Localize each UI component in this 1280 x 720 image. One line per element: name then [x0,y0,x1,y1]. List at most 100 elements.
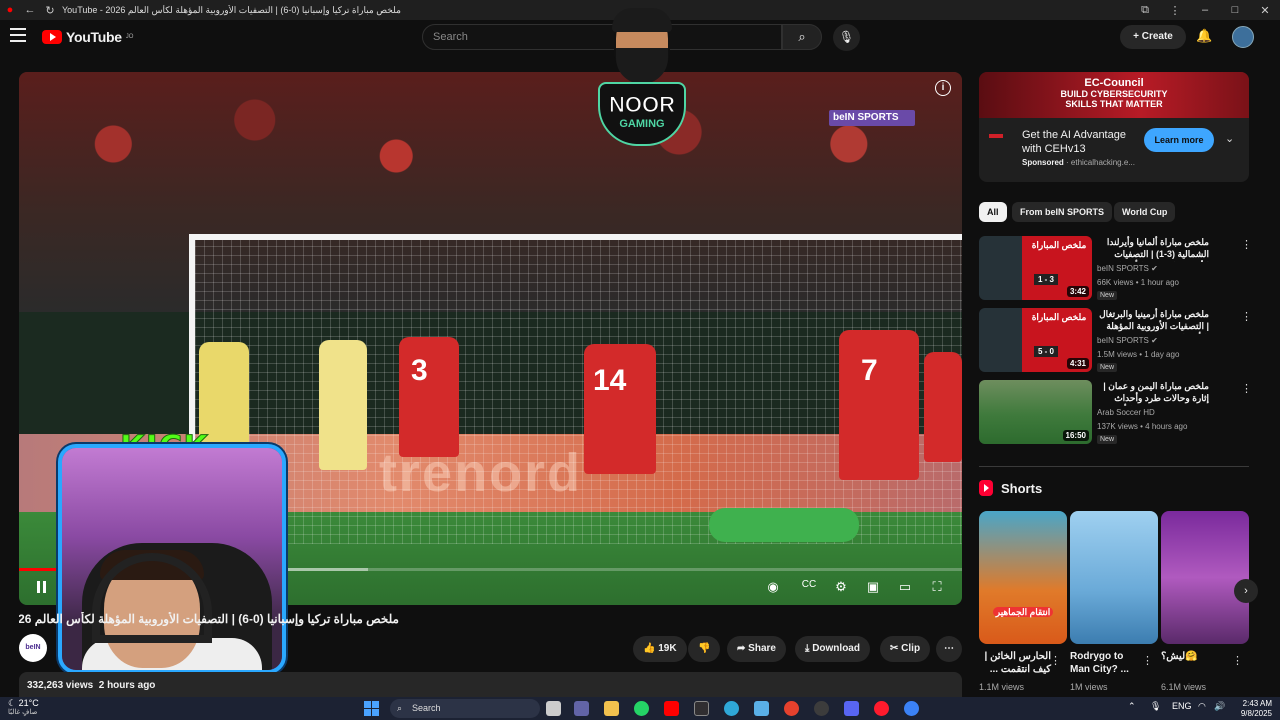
related-video[interactable]: ملخص المباراة 1 - 3 3:42 ملخص مباراة ألم… [979,236,1267,302]
new-badge: New [1097,363,1118,372]
chip-all[interactable]: All [979,202,1007,222]
short-title[interactable]: الحارس الخائن | كيف انتقمت ... [979,650,1051,676]
notifications-bell-icon[interactable]: 🔔 [1196,28,1212,44]
short-views: 6.1M views [1161,682,1207,692]
opera-icon[interactable] [874,701,889,716]
tray-chevron-up-icon[interactable]: ⌃ [1128,701,1136,712]
browser-icon[interactable] [904,701,919,716]
dislike-button[interactable]: 👎 [688,636,721,662]
channel-avatar[interactable]: beIN [19,634,47,662]
microphone-icon: 🎙 [838,30,855,44]
windows-start-icon[interactable] [364,701,379,716]
verified-icon: ✔ [1151,264,1158,273]
more-options-icon[interactable]: ⋮ [1050,654,1061,667]
more-options-icon[interactable]: ⋮ [1142,654,1153,667]
video-thumbnail[interactable]: ملخص المباراة 5 - 0 4:31 [979,308,1092,372]
whatsapp-icon[interactable] [634,701,649,716]
video-thumbnail[interactable]: ملخص المباراة 1 - 3 3:42 [979,236,1092,300]
related-channel[interactable]: beIN SPORTS ✔ [1097,336,1158,345]
ad-tagline-1: BUILD CYBERSECURITY [1060,89,1168,99]
wifi-icon[interactable]: ◠ [1198,701,1206,712]
account-avatar[interactable] [1232,26,1254,48]
more-options-icon[interactable]: ⋮ [1241,238,1252,251]
like-button[interactable]: 👍 19K [633,636,687,662]
related-video[interactable]: ملخص المباراة 5 - 0 4:31 ملخص مباراة أرم… [979,308,1267,374]
shorts-heading-text: Shorts [1001,480,1043,496]
search-button[interactable]: ⌕ [782,24,822,50]
related-views: 137K views [1097,422,1138,431]
ad-banner[interactable]: EC-Council BUILD CYBERSECURITY SKILLS TH… [979,72,1249,118]
related-video[interactable]: 16:50 ملخص مباراة اليمن و عمان | إثارة و… [979,380,1267,446]
ad-headline[interactable]: Get the AI Advantage with CEHv13 [1022,128,1142,156]
chevron-down-icon[interactable]: ⌄ [1225,132,1234,145]
download-button[interactable]: ⤓ Download [795,636,870,662]
miniplayer-icon[interactable]: ▣ [861,579,885,595]
video-thumbnail[interactable]: 16:50 [979,380,1092,444]
edge-icon[interactable] [724,701,739,716]
teams-icon[interactable] [574,701,589,716]
taskbar-search[interactable]: ⌕ Search [390,699,540,718]
obs-icon[interactable] [694,701,709,716]
clock-date: 9/8/2025 [1240,709,1272,718]
back-arrow-icon[interactable]: ← [20,4,40,16]
short-title[interactable]: ليش؟🤗 [1161,650,1233,663]
language-indicator[interactable]: ENG [1172,701,1192,711]
channel-name: beIN SPORTS [1097,336,1149,345]
sponsored-ad-card[interactable]: EC-Council BUILD CYBERSECURITY SKILLS TH… [979,72,1249,182]
maximize-icon[interactable]: □ [1220,4,1250,17]
hamburger-menu-icon[interactable] [10,28,26,42]
discord-icon[interactable] [844,701,859,716]
voice-search-button[interactable]: 🎙 [833,24,860,51]
clock-time: 2:43 AM [1242,699,1272,708]
autoplay-toggle-icon[interactable]: ◉ [761,579,785,595]
short-thumbnail[interactable] [1161,511,1249,644]
volume-icon[interactable]: 🔊 [1214,701,1225,712]
more-options-icon[interactable]: ⋮ [1232,654,1243,667]
clip-button[interactable]: ✂ Clip [880,636,931,662]
video-duration: 16:50 [1062,430,1089,441]
tray-mic-icon[interactable]: 🎙 [1150,701,1161,712]
media-player-icon[interactable] [814,701,829,716]
youtube-play-icon [42,30,62,44]
system-clock[interactable]: 2:43 AM 9/8/2025 [1234,699,1272,719]
thumb-score: 5 - 0 [1034,346,1059,357]
close-icon[interactable]: ✕ [1250,4,1280,17]
info-icon[interactable]: i [935,80,951,96]
related-channel[interactable]: Arab Soccer HD [1097,408,1155,417]
chip-world-cup[interactable]: World Cup [1114,202,1176,222]
file-explorer-icon[interactable] [604,701,619,716]
chrome-icon[interactable] [784,701,799,716]
turkey-player-7 [839,330,919,480]
more-actions-button[interactable]: ⋯ [936,636,962,662]
task-view-icon[interactable] [546,701,561,716]
pause-button[interactable] [37,580,49,594]
youtube-app-icon[interactable] [664,701,679,716]
create-button[interactable]: + Create [1120,25,1186,49]
weather-widget[interactable]: ☾ 21°C صافٍ غالبًا [8,699,39,717]
streamer-logo-hair [612,8,672,32]
captions-icon[interactable]: CC [797,579,821,590]
youtube-logo[interactable]: YouTube JO [42,29,133,45]
short-thumbnail[interactable]: انتقام الجماهير [979,511,1067,644]
short-thumbnail[interactable] [1070,511,1158,644]
theater-mode-icon[interactable]: ▭ [893,579,917,595]
store-icon[interactable] [754,701,769,716]
more-options-icon[interactable]: ⋮ [1241,382,1252,395]
minimize-icon[interactable]: – [1190,4,1220,17]
chip-from-bein[interactable]: From beIN SPORTS [1012,202,1113,222]
reload-icon[interactable]: ↻ [40,4,60,17]
related-channel[interactable]: beIN SPORTS ✔ [1097,264,1158,273]
share-button[interactable]: ➦ Share [727,636,786,662]
fullscreen-icon[interactable]: ⛶ [925,579,949,595]
shorts-next-arrow-icon[interactable]: › [1234,579,1258,603]
learn-more-button[interactable]: Learn more [1144,128,1214,152]
related-title[interactable]: ملخص مباراة اليمن و عمان | إثارة وحالات … [1097,380,1209,406]
settings-gear-icon[interactable]: ⚙ [829,579,853,595]
more-options-icon[interactable]: ⋮ [1241,310,1252,323]
related-title[interactable]: ملخص مباراة ألمانيا وأيرلندا الشمالية (3… [1097,236,1209,262]
related-title[interactable]: ملخص مباراة أرمينيا والبرتغال | التصفيات… [1097,308,1209,334]
extensions-icon[interactable]: ⧉ [1130,4,1160,17]
short-title[interactable]: Rodrygo to Man City? ... [1070,650,1142,676]
menu-dots-icon[interactable]: ⋮ [1160,4,1190,17]
ad-sponsor-line: Sponsored · ethicalhacking.e... [1022,158,1135,167]
